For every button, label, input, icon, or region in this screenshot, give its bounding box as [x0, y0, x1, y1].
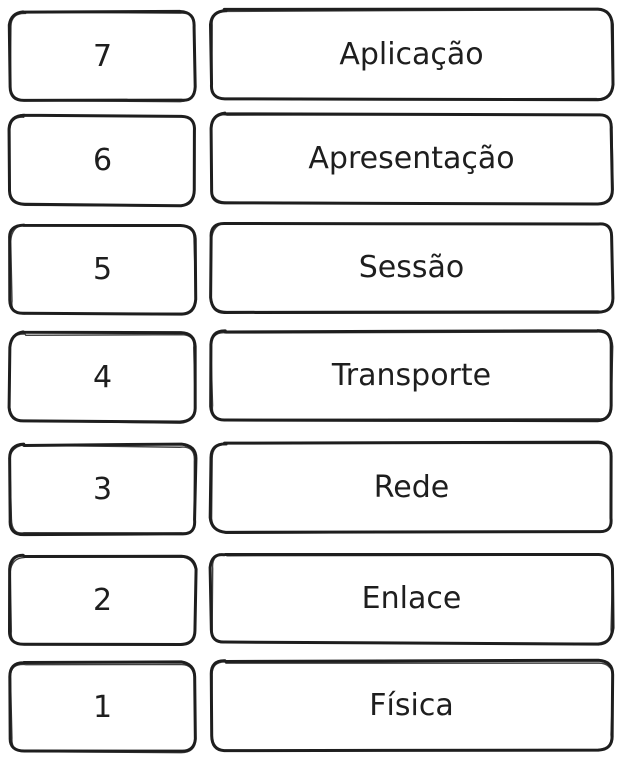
- layer-name-box-label: Enlace: [362, 581, 462, 616]
- layer-number-box: 5: [8, 223, 198, 316]
- layer-name-box-label: Física: [369, 688, 453, 723]
- osi-layers-diagram: 7 Aplicação 6 Apresentação 5 Sessão 4 Transport…: [7, 7, 615, 754]
- layer-row: 5 Sessão: [8, 221, 615, 316]
- layer-name-box: Transporte: [209, 329, 614, 423]
- layer-name-box: Sessão: [209, 221, 615, 314]
- layer-number-box: 3: [8, 442, 198, 537]
- layer-number-box-label: 3: [93, 472, 112, 507]
- layer-row: 2 Enlace: [8, 552, 615, 646]
- layer-number-box-label: 1: [93, 690, 112, 725]
- layer-name-box: Aplicação: [208, 7, 615, 102]
- layer-name-box-label: Rede: [374, 470, 449, 505]
- layer-row: 6 Apresentação: [7, 111, 614, 208]
- layer-number-box: 4: [7, 330, 197, 424]
- layer-number-box: 2: [8, 553, 198, 646]
- layer-name-box: Rede: [208, 440, 613, 534]
- layer-number-box-label: 7: [93, 39, 112, 74]
- layer-row: 4 Transporte: [7, 329, 614, 424]
- layer-number-box-label: 6: [93, 143, 112, 178]
- layer-name-box-label: Sessão: [359, 250, 465, 285]
- layer-number-box: 7: [7, 9, 197, 103]
- layer-row: 7 Aplicação: [7, 7, 615, 103]
- layer-number-box: 6: [7, 113, 196, 208]
- layer-name-box: Apresentação: [209, 111, 614, 206]
- layer-row: 3 Rede: [8, 440, 613, 537]
- layer-name-box-label: Apresentação: [308, 141, 514, 176]
- layer-number-box-label: 5: [93, 252, 112, 287]
- layer-name-box: Enlace: [208, 552, 615, 646]
- layer-number-box-label: 4: [93, 360, 112, 395]
- layer-row: 1 Física: [8, 658, 615, 754]
- layer-name-box-label: Transporte: [331, 358, 491, 393]
- layer-number-box: 1: [8, 660, 197, 754]
- layer-name-box-label: Aplicação: [339, 37, 483, 72]
- layer-name-box: Física: [209, 658, 615, 753]
- layer-number-box-label: 2: [93, 583, 112, 618]
